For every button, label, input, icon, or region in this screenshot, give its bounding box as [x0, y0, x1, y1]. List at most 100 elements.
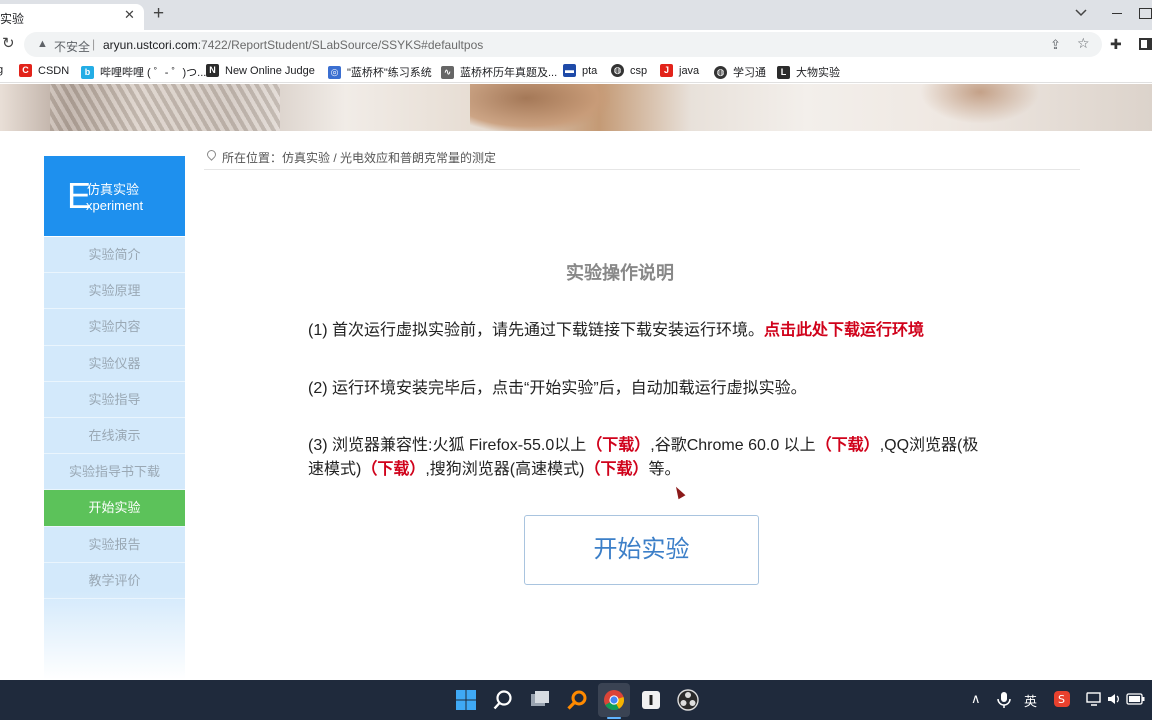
share-icon[interactable]: ⇪: [1050, 37, 1061, 53]
chrome-icon[interactable]: [602, 688, 626, 712]
bookmark-item[interactable]: N New Online Judge: [206, 64, 315, 77]
ime-indicator[interactable]: 英: [1024, 691, 1037, 710]
bookmark-item[interactable]: b 哔哩哔哩 ( ゜- ゜)つ...: [81, 64, 206, 80]
divider: [204, 169, 1080, 170]
globe-icon: ◍: [714, 65, 727, 79]
instruction-2: (2) 运行环境安装完毕后，点击“开始实验”后，自动加载运行虚拟实验。: [308, 380, 807, 397]
bookmark-item[interactable]: ◎ "蓝桥杯"练习系统: [328, 64, 432, 80]
security-status[interactable]: 不安全: [54, 38, 90, 55]
instruction-3-text: (3) 浏览器兼容性:火狐 Firefox-55.0以上: [308, 437, 587, 454]
breadcrumb: 所在位置：仿真实验 / 光电效应和普朗克常量的测定: [222, 151, 497, 165]
page-title: 实验操作说明: [566, 263, 674, 283]
task-view-icon[interactable]: [528, 688, 552, 712]
minimize-icon[interactable]: [1112, 13, 1122, 14]
bookmark-partial[interactable]: g: [0, 64, 3, 76]
tab-title: 实验: [0, 12, 25, 26]
download-qq-link[interactable]: （下载）: [361, 461, 425, 478]
warning-icon[interactable]: ▲: [37, 38, 48, 50]
bookmark-label: New Online Judge: [225, 64, 315, 77]
sidebar-item-demo[interactable]: 在线演示: [44, 418, 185, 455]
address-bar[interactable]: ▲ 不安全 | aryun.ustcori.com:7422/ReportStu…: [24, 32, 1102, 57]
instruction-3-text: ,谷歌Chrome 60.0 以上: [650, 437, 816, 454]
bookmark-item[interactable]: Jjava: [660, 64, 699, 77]
start-experiment-button[interactable]: 开始实验: [524, 515, 759, 585]
tab-strip: 实验 ✕ +: [0, 0, 1152, 30]
java-icon: J: [660, 64, 673, 77]
url-text[interactable]: aryun.ustcori.com:7422/ReportStudent/SLa…: [103, 38, 483, 52]
bilibili-icon: b: [81, 65, 94, 79]
network-icon[interactable]: [1086, 691, 1104, 707]
instruction-3: (3) 浏览器兼容性:火狐 Firefox-55.0以上（下载）,谷歌Chrom…: [308, 434, 988, 482]
bookmarks-bar: g C CSDN b 哔哩哔哩 ( ゜- ゜)つ... N New Online Ju…: [0, 59, 1152, 83]
bookmark-item[interactable]: L 大物实验: [777, 64, 840, 80]
download-firefox-link[interactable]: （下载）: [586, 437, 650, 454]
download-chrome-link[interactable]: （下载）: [816, 437, 880, 454]
download-env-link[interactable]: 点击此处下载运行环境: [764, 322, 924, 339]
bookmark-item[interactable]: C CSDN: [19, 64, 69, 77]
tab-search-icon[interactable]: [1075, 8, 1087, 18]
windows-start-icon[interactable]: [454, 688, 478, 712]
sidebar-item-report[interactable]: 实验报告: [44, 527, 185, 563]
obs-icon[interactable]: [676, 688, 700, 712]
download-sogou-link[interactable]: （下载）: [584, 461, 648, 478]
search-icon[interactable]: [491, 688, 515, 712]
sidebar-item-intro[interactable]: 实验简介: [44, 237, 185, 274]
csdn-icon: C: [19, 64, 32, 77]
bookmark-item[interactable]: ▬ pta: [563, 64, 597, 77]
sogou-ime-icon[interactable]: S: [1054, 691, 1070, 707]
sidebar-header-en: xperiment: [86, 198, 144, 213]
browser-tab[interactable]: 实验 ✕: [0, 4, 144, 30]
lanqiao-history-icon: ∿: [441, 65, 454, 79]
volume-icon[interactable]: [1106, 691, 1122, 707]
sidebar-item-guide[interactable]: 实验指导: [44, 382, 185, 418]
address-separator: |: [92, 37, 96, 51]
bookmark-label: 学习通: [733, 67, 766, 79]
bookmark-label: 大物实验: [796, 67, 840, 79]
sidebar-item-download-guide[interactable]: 实验指导书下载: [44, 454, 185, 491]
instruction-1-text: (1) 首次运行虚拟实验前，请先通过下载链接下载安装运行环境。: [308, 322, 765, 339]
header-banner-image: [0, 84, 1152, 131]
maximize-icon[interactable]: [1139, 8, 1152, 19]
oj-icon: N: [206, 64, 219, 77]
lab-icon: L: [777, 65, 790, 79]
bookmark-label: pta: [582, 64, 598, 77]
url-path: :7422/ReportStudent/SLabSource/SSYKS#def…: [197, 38, 484, 52]
bookmark-label: csp: [630, 64, 648, 77]
sidebar-item-principle[interactable]: 实验原理: [44, 273, 185, 310]
typora-icon[interactable]: [639, 688, 663, 712]
microphone-icon[interactable]: [995, 690, 1013, 710]
tab-close-icon[interactable]: ✕: [124, 8, 135, 22]
bookmark-label: "蓝桥杯"练习系统: [347, 67, 432, 79]
sidebar-header-cn: 仿真实验: [87, 182, 140, 197]
bookmark-item[interactable]: ◍ csp: [611, 64, 647, 77]
battery-icon[interactable]: [1126, 692, 1146, 706]
extensions-icon[interactable]: ✚: [1110, 36, 1122, 53]
browser-toolbar: ↻ ▲ 不安全 | aryun.ustcori.com:7422/ReportS…: [0, 30, 1152, 59]
banner-hair-right: [920, 84, 1040, 124]
lanqiao-icon: ◎: [328, 65, 341, 79]
mouse-cursor-icon: [672, 484, 686, 500]
bookmark-label: 哔哩哔哩 ( ゜- ゜)つ...: [100, 67, 207, 79]
windows-taskbar: ∧ 英 S: [0, 680, 1152, 720]
pta-icon: ▬: [563, 64, 576, 77]
bookmark-label: CSDN: [38, 64, 70, 77]
url-host: aryun.ustcori.com: [103, 38, 198, 52]
sidebar-item-evaluation[interactable]: 教学评价: [44, 563, 185, 599]
reload-icon[interactable]: ↻: [2, 36, 15, 52]
sidebar-item-start[interactable]: 开始实验: [44, 490, 185, 527]
banner-hair: [470, 84, 610, 131]
bookmark-star-icon[interactable]: ☆: [1077, 35, 1090, 52]
sidebar-item-content[interactable]: 实验内容: [44, 309, 185, 346]
sidebar-header: E 仿真实验 xperiment: [44, 156, 185, 236]
tray-overflow-icon[interactable]: ∧: [971, 691, 981, 707]
new-tab-button[interactable]: +: [153, 3, 164, 25]
location-pin-icon: [205, 148, 218, 161]
bookmark-item[interactable]: ◍ 学习通: [714, 64, 766, 80]
sidebar-item-instruments[interactable]: 实验仪器: [44, 346, 185, 382]
globe-icon: ◍: [611, 64, 624, 77]
side-panel-icon[interactable]: [1139, 38, 1152, 50]
bookmark-item[interactable]: ∿ 蓝桥杯历年真题及...: [441, 64, 557, 80]
active-indicator: [607, 717, 621, 719]
svg-text:S: S: [1058, 693, 1065, 706]
everything-search-icon[interactable]: [565, 688, 589, 712]
